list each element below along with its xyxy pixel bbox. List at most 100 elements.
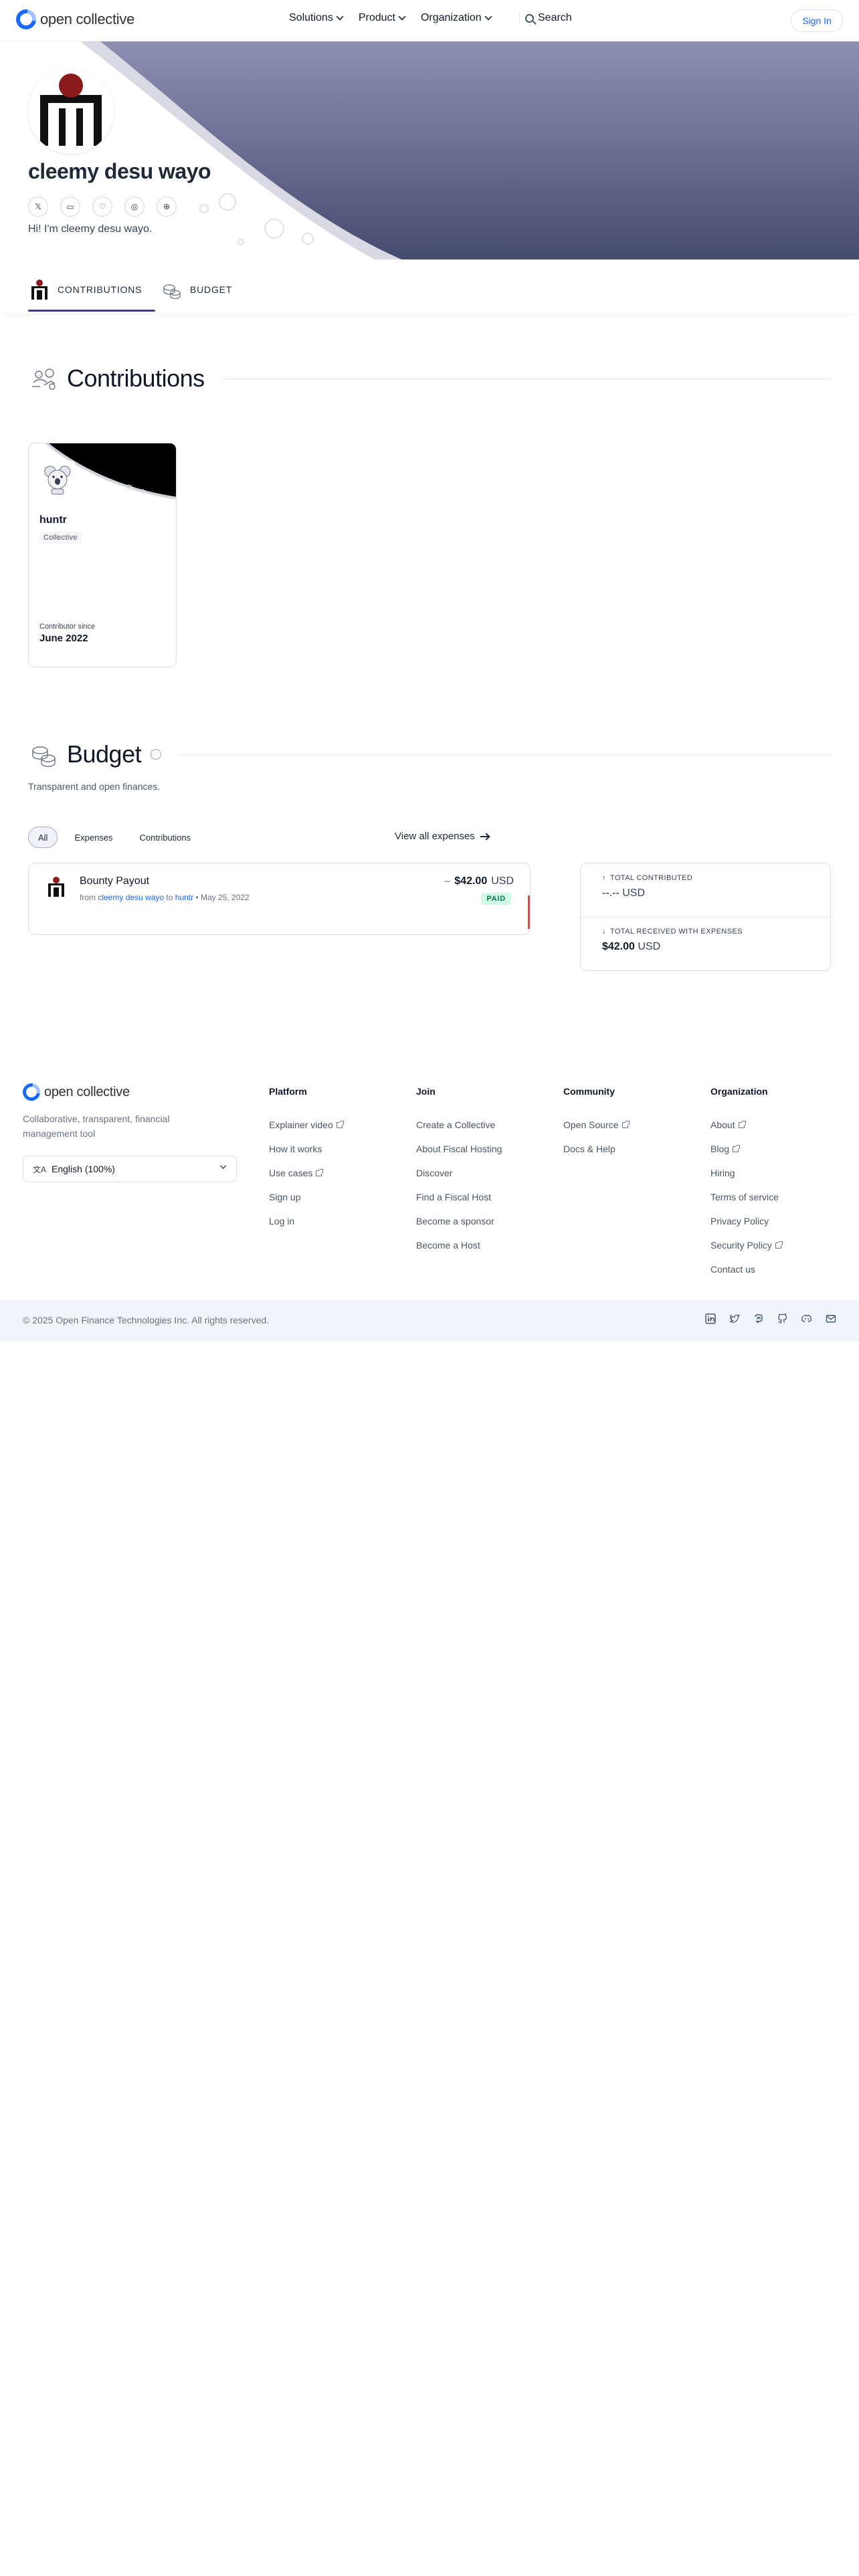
expense-amount: – $42.00 USD [444,875,514,887]
expense-to-link[interactable]: huntr [175,893,193,902]
language-value: English (100%) [52,1164,115,1174]
budget-description: Transparent and open finances. [28,781,161,792]
github-icon[interactable] [777,1313,788,1324]
footer-link-how-it-works[interactable]: How it works [269,1137,343,1161]
footer-link-blog[interactable]: Blog [710,1137,781,1161]
footer-col-title: Join [416,1086,436,1097]
footer-link-security[interactable]: Security Policy [710,1233,783,1257]
contributions-section-icon [32,368,56,390]
footer-link-about[interactable]: About [710,1113,781,1137]
footer-col-title: Platform [269,1086,307,1097]
footer-link-sign-up[interactable]: Sign up [269,1185,343,1209]
tab-budget[interactable]: BUDGET [161,278,232,301]
linkedin-icon[interactable] [705,1313,716,1324]
active-tab-indicator [28,310,155,312]
collective-type-badge: Collective [39,532,82,544]
expense-avatar-icon [48,877,64,897]
expense-from-link[interactable]: cleemy desu wayo [98,893,164,902]
total-received-currency: USD [638,941,661,952]
footer-link-discover[interactable]: Discover [416,1161,502,1185]
footer-link-label: Find a Fiscal Host [416,1192,492,1202]
footer-link-terms[interactable]: Terms of service [710,1185,781,1209]
search-label: Search [538,12,572,23]
footer-link-docs-help[interactable]: Docs & Help [563,1137,628,1161]
translate-icon: 文A [33,1164,47,1174]
footer-col-title: Community [563,1086,615,1097]
tab-contributions[interactable]: CONTRIBUTIONS [28,278,142,301]
status-badge: PAID [481,893,511,905]
footer-brand-logo[interactable]: open collective [19,1079,130,1105]
external-link-icon [733,1144,741,1152]
sign-in-button[interactable]: Sign In [791,9,843,32]
footer-col-join: Join Create a Collective About Fiscal Ho… [416,1086,502,1257]
footer-link-label: Docs & Help [563,1144,615,1154]
footer-link-label: About Fiscal Hosting [416,1144,502,1154]
expense-meta: from cleemy desu wayo to huntr • May 25,… [80,893,250,902]
footer-link-label: Privacy Policy [710,1216,769,1226]
total-contributed: ↑ TOTAL CONTRIBUTED --.-- USD [602,874,692,899]
expense-title[interactable]: Bounty Payout [80,875,149,887]
footer-link-label: Terms of service [710,1192,779,1202]
profile-avatar [28,68,114,154]
nav-solutions[interactable]: Solutions [289,12,344,24]
section-divider [179,754,831,755]
nav-organization[interactable]: Organization [420,12,492,24]
footer-link-open-source[interactable]: Open Source [563,1113,630,1137]
footer-link-log-in[interactable]: Log in [269,1209,343,1233]
tab-contributions-label: CONTRIBUTIONS [58,284,142,295]
filter-all[interactable]: All [28,827,58,848]
mastodon-icon[interactable] [753,1313,764,1324]
nav-organization-label: Organization [420,12,482,23]
expense-stripe [528,895,530,929]
footer-link-use-cases[interactable]: Use cases [269,1161,343,1185]
discord-icon[interactable] [801,1313,812,1324]
collective-name[interactable]: huntr [39,514,67,526]
mail-icon[interactable] [826,1313,836,1324]
footer-link-explainer-video[interactable]: Explainer video [269,1113,344,1137]
budget-totals: ↑ TOTAL CONTRIBUTED --.-- USD ↓ TOTAL RECE… [580,863,831,971]
footer-link-label: Become a sponsor [416,1216,494,1226]
view-all-expenses-link[interactable]: View all expenses [395,831,488,842]
footer-link-find-fiscal-host[interactable]: Find a Fiscal Host [416,1185,502,1209]
footer-link-label: Become a Host [416,1240,480,1251]
footer-tagline: Collaborative, transparent, financial ma… [23,1113,170,1139]
info-icon[interactable] [151,749,162,760]
contribution-card[interactable]: huntr Collective Contributor since June … [28,443,177,667]
footer-link-about-fiscal-hosting[interactable]: About Fiscal Hosting [416,1137,502,1161]
total-contributed-currency: USD [622,887,645,899]
profile-hero: cleemy desu wayo 𝕏 ▭ ♡ ◎ ⊕ Hi! I'm cleem… [0,41,859,259]
footer-link-create-collective[interactable]: Create a Collective [416,1113,502,1137]
twitter-icon[interactable] [729,1313,740,1324]
chevron-down-icon [398,13,406,21]
footer-link-label: Create a Collective [416,1119,496,1130]
globe-icon[interactable]: ◎ [124,197,145,217]
filter-contributions[interactable]: Contributions [130,827,201,848]
x-icon[interactable]: 𝕏 [28,197,48,217]
chevron-down-icon [484,13,492,21]
budget-section-header: Budget [28,738,831,770]
message-icon[interactable]: ▭ [60,197,80,217]
external-link-icon [316,1168,324,1176]
footer-link-contact[interactable]: Contact us [710,1257,781,1281]
footer-link-label: Blog [710,1144,730,1154]
footer-link-privacy[interactable]: Privacy Policy [710,1209,781,1233]
footer-social-links [705,1313,836,1324]
footer: open collective Collaborative, transpare… [0,1073,859,1300]
arrow-down-icon: ↓ [602,928,606,936]
footer-link-become-host[interactable]: Become a Host [416,1233,502,1257]
brand-logo[interactable]: open collective [12,5,134,33]
footer-link-hiring[interactable]: Hiring [710,1161,781,1185]
language-select[interactable]: 文A English (100%) [23,1156,237,1182]
filter-expenses[interactable]: Expenses [64,827,122,848]
view-all-label: View all expenses [395,831,475,842]
website-icon[interactable]: ⊕ [157,197,177,217]
footer-link-label: How it works [269,1144,322,1154]
heart-icon[interactable]: ♡ [92,197,112,217]
footer-link-become-sponsor[interactable]: Become a sponsor [416,1209,502,1233]
profile-name: cleemy desu wayo [28,159,211,183]
top-navbar: open collective Solutions Product Organi… [0,0,859,41]
nav-product[interactable]: Product [359,12,406,24]
search-button[interactable]: Search [519,12,572,24]
expense-item[interactable]: Bounty Payout from cleemy desu wayo to h… [28,863,531,935]
contributions-title: Contributions [67,364,205,392]
